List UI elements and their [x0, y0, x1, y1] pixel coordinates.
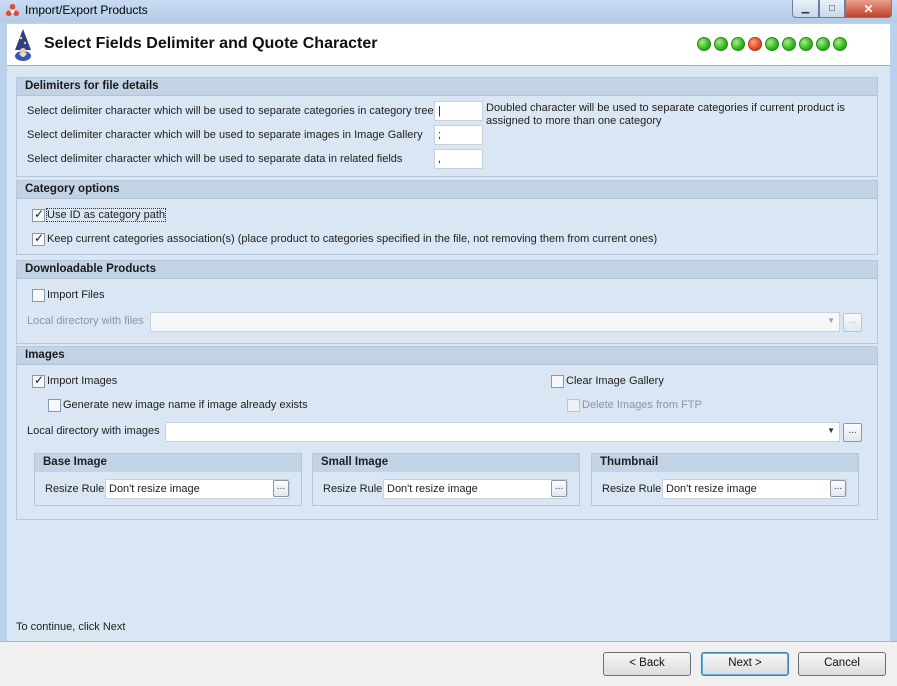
import-files-label[interactable]: Import Files — [47, 289, 104, 301]
group-heading: Images — [17, 347, 877, 365]
import-images-label[interactable]: Import Images — [47, 375, 117, 387]
close-button[interactable]: ✕ — [845, 0, 892, 18]
title-bar: Import/Export Products ▁ □ ✕ — [0, 0, 897, 22]
group-heading: Delimiters for file details — [17, 78, 877, 96]
group-heading: Small Image — [313, 454, 579, 472]
step-dot — [782, 37, 796, 51]
continue-hint: To continue, click Next — [16, 621, 126, 633]
resize-rule-label: Resize Rule — [323, 483, 383, 495]
resize-rule-label: Resize Rule — [602, 483, 662, 495]
window-title: Import/Export Products — [25, 3, 148, 17]
files-browse-button[interactable]: ... — [843, 313, 862, 332]
import-images-checkbox[interactable] — [32, 373, 45, 388]
page-title: Select Fields Delimiter and Quote Charac… — [44, 35, 378, 52]
use-id-label[interactable]: Use ID as category path — [45, 208, 167, 222]
small-resize-input[interactable]: Don't resize image — [383, 479, 568, 499]
files-directory-label: Local directory with files — [27, 315, 144, 327]
related-delimiter-label: Select delimiter character which will be… — [27, 153, 403, 165]
thumb-resize-browse-button[interactable]: ... — [830, 480, 846, 497]
images-delimiter-input[interactable]: ; — [434, 125, 483, 145]
use-id-checkbox[interactable] — [32, 207, 45, 222]
maximize-icon: □ — [828, 3, 836, 14]
step-dot — [833, 37, 847, 51]
step-dot — [765, 37, 779, 51]
group-heading: Downloadable Products — [17, 261, 877, 279]
group-heading: Category options — [17, 181, 877, 199]
generate-name-checkbox[interactable] — [48, 399, 61, 412]
step-dot-current — [748, 37, 762, 51]
step-dot — [799, 37, 813, 51]
group-heading: Base Image — [35, 454, 301, 472]
images-directory-label: Local directory with images — [27, 425, 160, 437]
images-delimiter-label: Select delimiter character which will be… — [27, 129, 423, 141]
images-browse-button[interactable]: ... — [843, 423, 862, 442]
back-button[interactable]: < Back — [603, 652, 691, 676]
close-icon: ✕ — [863, 1, 874, 16]
wizard-header: Select Fields Delimiter and Quote Charac… — [7, 24, 890, 66]
wizard-icon — [15, 29, 31, 61]
clear-gallery-label[interactable]: Clear Image Gallery — [566, 375, 664, 387]
maximize-button[interactable]: □ — [819, 0, 845, 18]
thumb-resize-input[interactable]: Don't resize image — [662, 479, 847, 499]
downloadable-group: Downloadable Products Import Files Local… — [16, 260, 878, 344]
minimize-icon: ▁ — [801, 3, 810, 14]
cancel-button[interactable]: Cancel — [798, 652, 886, 676]
keep-assoc-label[interactable]: Keep current categories association(s) (… — [47, 233, 657, 245]
clear-gallery-checkbox[interactable] — [551, 375, 564, 388]
small-resize-browse-button[interactable]: ... — [551, 480, 567, 497]
delete-ftp-checkbox[interactable] — [567, 399, 580, 412]
thumbnail-group: Thumbnail Resize Rule Don't resize image… — [591, 453, 859, 506]
related-delimiter-input[interactable]: , — [434, 149, 483, 169]
minimize-button[interactable]: ▁ — [792, 0, 819, 18]
categories-delimiter-note: Doubled character will be used to separa… — [486, 102, 845, 127]
group-heading: Thumbnail — [592, 454, 858, 472]
base-resize-browse-button[interactable]: ... — [273, 480, 289, 497]
step-dot — [731, 37, 745, 51]
categories-delimiter-label: Select delimiter character which will be… — [27, 105, 434, 117]
step-indicator — [697, 37, 847, 51]
wizard-content: Delimiters for file details Select delim… — [7, 66, 890, 641]
resize-rule-label: Resize Rule — [45, 483, 105, 495]
categories-delimiter-input[interactable]: | — [434, 101, 483, 121]
files-directory-combo[interactable]: ▼ — [150, 312, 840, 332]
app-icon — [5, 3, 20, 17]
base-resize-input[interactable]: Don't resize image — [105, 479, 290, 499]
step-dot — [816, 37, 830, 51]
chevron-down-icon: ▼ — [827, 426, 835, 435]
step-dot — [697, 37, 711, 51]
step-dot — [714, 37, 728, 51]
import-files-checkbox[interactable] — [32, 289, 45, 302]
base-image-group: Base Image Resize Rule Don't resize imag… — [34, 453, 302, 506]
keep-assoc-checkbox[interactable] — [32, 231, 45, 246]
images-directory-combo[interactable]: ▼ — [165, 422, 840, 442]
delimiters-group: Delimiters for file details Select delim… — [16, 77, 878, 177]
small-image-group: Small Image Resize Rule Don't resize ima… — [312, 453, 580, 506]
next-button[interactable]: Next > — [701, 652, 789, 676]
category-options-group: Category options Use ID as category path… — [16, 180, 878, 255]
generate-name-label[interactable]: Generate new image name if image already… — [63, 399, 308, 411]
chevron-down-icon: ▼ — [827, 316, 835, 325]
delete-ftp-label[interactable]: Delete Images from FTP — [582, 399, 702, 411]
